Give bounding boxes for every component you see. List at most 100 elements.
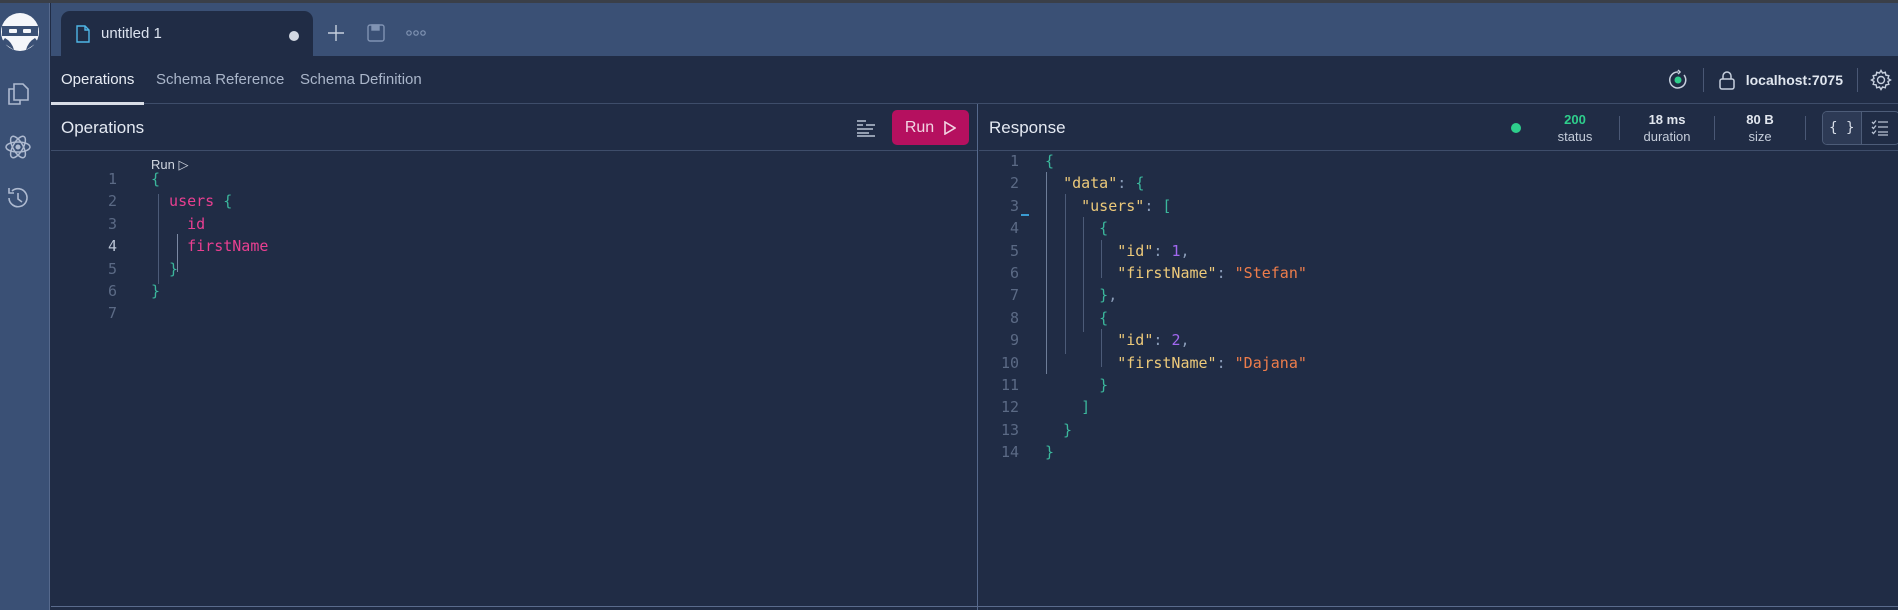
format-icon[interactable] [855,117,877,139]
line-number: 1 [1009,152,1019,170]
save-icon[interactable] [365,22,387,44]
code-line: 1{ [51,168,977,190]
line-number: 8 [1009,308,1019,327]
code-token: : [1153,241,1172,260]
gear-icon[interactable] [1870,69,1892,91]
code-text: ] [1045,396,1090,418]
code-text: { [1045,150,1054,172]
duration-label: duration [1643,128,1691,144]
operations-editor[interactable]: Run ▷ 1{2 users {3 id 4 firstName 5 } 6} 7 [51,152,977,610]
run-button-label: Run [904,118,935,136]
code-line: 11 } [979,374,1898,396]
code-token: : [1117,174,1136,193]
code-line: 7 }, [979,284,1898,306]
tab-schema-reference[interactable]: Schema Reference [156,56,284,104]
code-token: } [1045,286,1109,305]
code-line: 12 ] [979,396,1898,418]
code-line: 14} [979,441,1898,463]
code-text: } [151,258,178,280]
history-icon[interactable] [4,184,32,212]
code-text: } [1045,374,1108,396]
duration-stat: 18 ms duration [1632,111,1702,145]
sub-navigation: Operations Schema Reference Schema Defin… [50,56,1898,105]
endpoint-url[interactable]: localhost:7075 [1746,72,1843,88]
divider [1714,115,1715,140]
code-token: "id" [1117,241,1154,260]
unsaved-indicator[interactable] [289,31,299,41]
code-token: } [151,282,161,300]
line-number: 11 [1000,376,1019,394]
run-button[interactable]: Run [892,110,969,145]
code-token: { [1045,152,1055,170]
code-text: "users": [ [1045,195,1171,217]
status-label: status [1557,128,1593,144]
code-token: ] [1045,398,1091,417]
code-line: 3 id [51,213,977,235]
code-text: id [151,213,205,235]
line-number: 2 [1009,174,1019,193]
code-text: } [1045,419,1072,441]
ninja-logo-icon[interactable] [0,12,40,52]
code-text: }, [1045,284,1117,306]
code-text: "firstName": "Stefan" [1045,262,1307,284]
document-tab[interactable]: untitled 1 [61,11,313,56]
code-token: "firstName" [1117,353,1217,372]
sidebar [0,3,50,610]
refresh-connected-icon[interactable] [1667,69,1689,91]
response-viewer[interactable]: 1{2 "data": {3 "users": [4 {5 "id": 1, 6 … [979,152,1898,610]
code-token: "id" [1117,331,1154,350]
line-number: 7 [1009,286,1019,305]
json-braces-icon: { } [1829,120,1855,136]
response-title: Response [989,118,1066,137]
code-token: , [1180,241,1190,260]
size-value: 80 B [1746,111,1774,127]
schema-atom-icon[interactable] [4,133,32,161]
more-icon[interactable] [405,22,427,44]
line-number: 1 [107,170,117,188]
connection-bar: localhost:7075 [1667,56,1898,104]
code-line: 3 "users": [ [979,195,1898,217]
code-line: 2 "data": { [979,172,1898,194]
code-token: , [1180,331,1190,350]
line-number: 7 [107,304,117,323]
code-text: firstName [151,235,268,257]
line-number: 12 [1000,398,1019,417]
code-token: { [223,192,233,211]
tab-operations[interactable]: Operations [50,56,145,105]
divider [1619,115,1620,140]
code-line: 5 "id": 1, [979,240,1898,262]
response-stats: 200 status 18 ms duration 80 B size [1511,104,1806,151]
line-number: 4 [107,237,117,256]
response-panel: Response 200 status 18 ms duration 80 B … [979,104,1898,610]
line-number: 3 [1009,196,1019,215]
line-number: 6 [107,282,117,300]
tab-schema-definition[interactable]: Schema Definition [300,56,422,104]
operations-title: Operations [61,118,145,137]
list-view-button[interactable] [1862,112,1898,144]
documents-icon[interactable] [4,80,32,108]
code-token: } [151,259,179,278]
code-token: "users" [1081,196,1145,215]
divider [1805,115,1806,140]
code-text: users { [151,190,232,212]
code-token: [ [1162,196,1172,215]
divider [1702,68,1704,92]
line-number: 6 [1009,264,1019,282]
code-line: 4 { [979,217,1898,239]
code-text: "firstName": "Dajana" [1045,352,1307,374]
code-line: 4 firstName [51,235,977,257]
plus-icon[interactable] [325,22,347,44]
line-number: 14 [1000,443,1019,462]
line-number: 5 [1009,241,1019,260]
json-view-button[interactable]: { } [1823,112,1862,144]
line-number: 5 [107,259,117,278]
code-token: : [1144,196,1163,215]
code-line: 13 } [979,419,1898,441]
code-token: "firstName" [1117,264,1217,282]
code-text: "data": { [1045,172,1144,194]
file-icon [76,24,90,43]
